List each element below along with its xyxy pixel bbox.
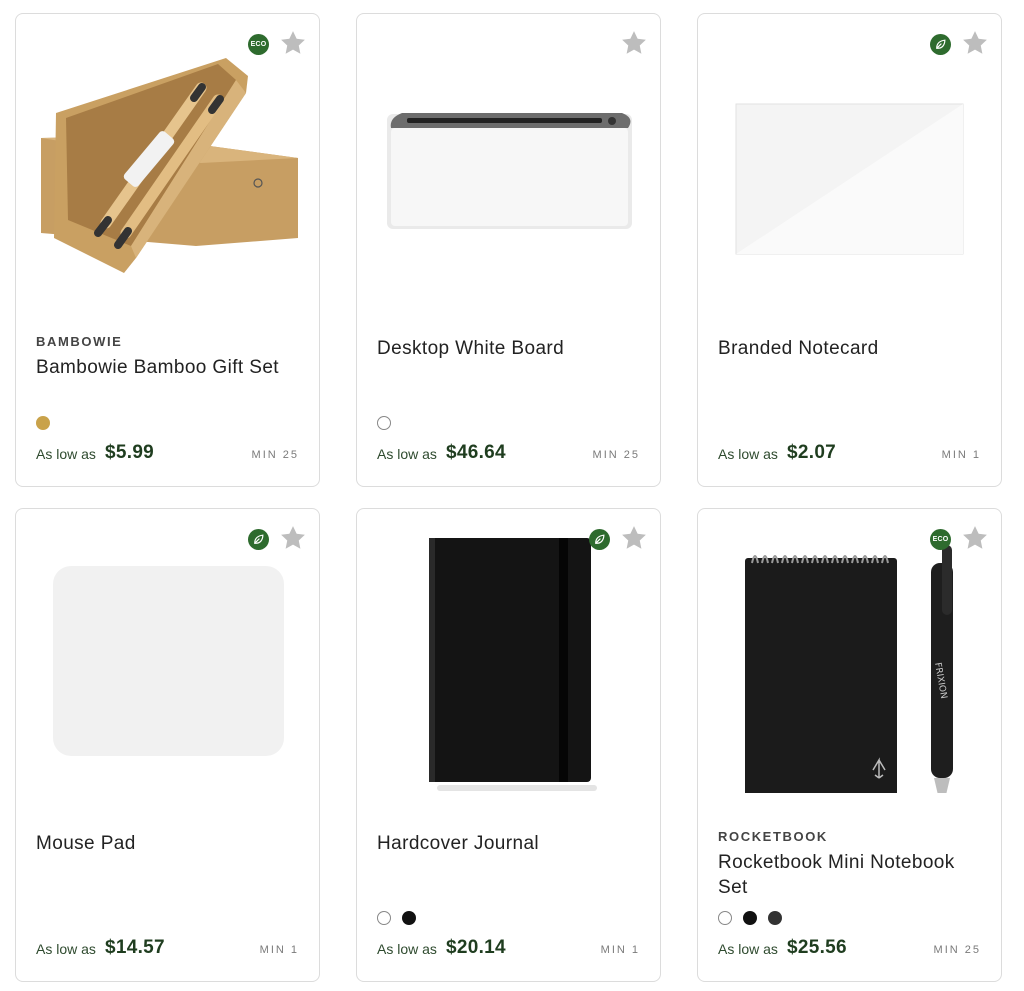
color-swatches [718,911,782,925]
price-row: As low as $25.56 MIN 25 [718,935,981,961]
product-card[interactable]: Hardcover Journal As low as $20.14 MIN 1 [356,508,661,982]
leaf-icon [936,39,946,49]
price-prefix: As low as [377,446,437,462]
price-row: As low as $46.64 MIN 25 [377,440,640,466]
product-price: $20.14 [446,937,506,958]
product-title[interactable]: Bambowie Bamboo Gift Set [36,355,301,380]
color-swatch-black[interactable] [402,911,416,925]
minimum-quantity: MIN 25 [933,944,981,956]
eco-badge [248,529,269,550]
minimum-quantity: MIN 25 [592,449,640,461]
price-row: As low as $14.57 MIN 1 [36,935,299,961]
color-swatch-black[interactable] [743,911,757,925]
product-price: $2.07 [787,442,837,463]
color-swatches [377,911,416,925]
price-prefix: As low as [718,446,778,462]
eco-badge: ECO [930,529,951,550]
color-swatches [377,416,391,430]
color-swatches [36,416,50,430]
product-brand: BAMBOWIE [36,334,123,349]
eco-badge [589,529,610,550]
color-swatch-white[interactable] [377,911,391,925]
product-image-whiteboard[interactable] [377,28,642,298]
product-price: $5.99 [105,442,155,463]
product-image-bamboo-pens[interactable] [36,28,301,298]
price-prefix: As low as [36,446,96,462]
product-card[interactable]: Branded Notecard As low as $2.07 MIN 1 [697,13,1002,487]
product-price: $46.64 [446,442,506,463]
favorite-star-icon[interactable] [960,28,990,58]
product-brand: ROCKETBOOK [718,829,828,844]
price-row: As low as $2.07 MIN 1 [718,440,981,466]
color-swatch-dark-gray[interactable] [768,911,782,925]
color-swatch-white[interactable] [718,911,732,925]
product-title[interactable]: Mouse Pad [36,831,301,856]
minimum-quantity: MIN 1 [600,944,640,956]
leaf-icon [254,534,264,544]
favorite-star-icon[interactable] [278,523,308,553]
product-card[interactable]: Mouse Pad As low as $14.57 MIN 1 [15,508,320,982]
favorite-star-icon[interactable] [619,523,649,553]
product-image-journal[interactable] [377,523,642,793]
product-price: $25.56 [787,937,847,958]
product-image-mouse-pad[interactable] [36,523,301,793]
price-prefix: As low as [377,941,437,957]
color-swatch-white[interactable] [377,416,391,430]
product-image-rocketbook-set[interactable]: FRIXION [718,523,983,798]
product-card[interactable]: ECO BAMBOWIE Bambowie Bamboo Gift Set As… [15,13,320,487]
minimum-quantity: MIN 1 [941,449,981,461]
price-row: As low as $5.99 MIN 25 [36,440,299,466]
price-prefix: As low as [718,941,778,957]
product-title[interactable]: Branded Notecard [718,336,983,361]
eco-badge [930,34,951,55]
favorite-star-icon[interactable] [619,28,649,58]
product-card[interactable]: Desktop White Board As low as $46.64 MIN… [356,13,661,487]
favorite-star-icon[interactable] [960,523,990,553]
product-image-notecard[interactable] [718,28,983,298]
minimum-quantity: MIN 25 [251,449,299,461]
minimum-quantity: MIN 1 [259,944,299,956]
product-title[interactable]: Rocketbook Mini Notebook Set [718,850,983,900]
price-prefix: As low as [36,941,96,957]
color-swatch-bamboo[interactable] [36,416,50,430]
eco-badge: ECO [248,34,269,55]
product-price: $14.57 [105,937,165,958]
leaf-icon [595,534,605,544]
price-row: As low as $20.14 MIN 1 [377,935,640,961]
product-card[interactable]: FRIXION ECO ROCKETBOOK Rocketbook Mini N… [697,508,1002,982]
product-title[interactable]: Desktop White Board [377,336,642,361]
product-title[interactable]: Hardcover Journal [377,831,642,856]
favorite-star-icon[interactable] [278,28,308,58]
